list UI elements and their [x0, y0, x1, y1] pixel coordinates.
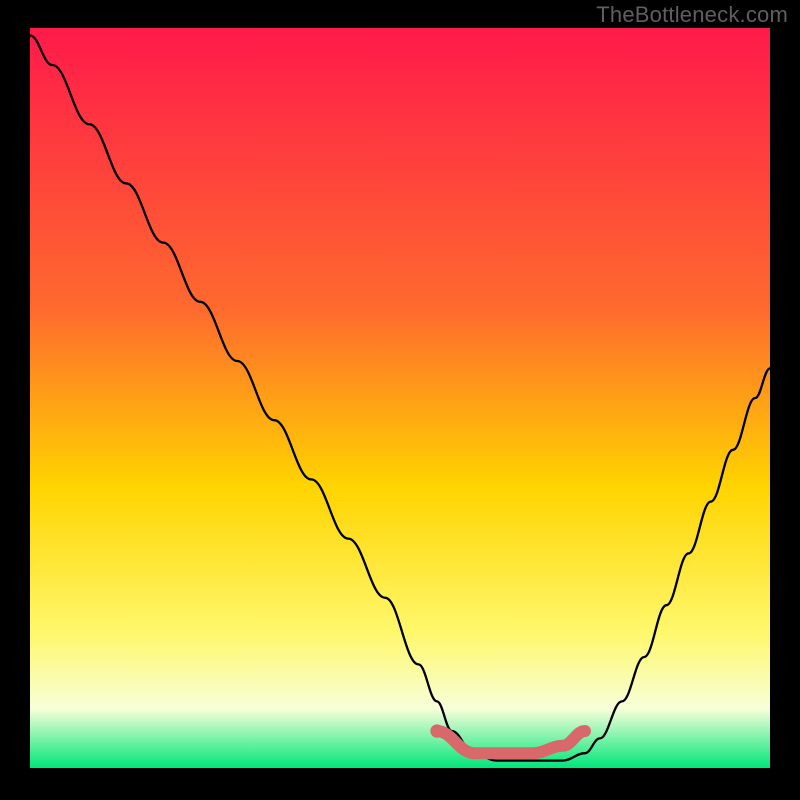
bottleneck-chart: [30, 28, 770, 768]
gradient-background: [30, 28, 770, 768]
chart-frame: TheBottleneck.com: [0, 0, 800, 800]
watermark-link[interactable]: TheBottleneck.com: [596, 2, 788, 28]
optimal-start-dot: [430, 724, 443, 737]
